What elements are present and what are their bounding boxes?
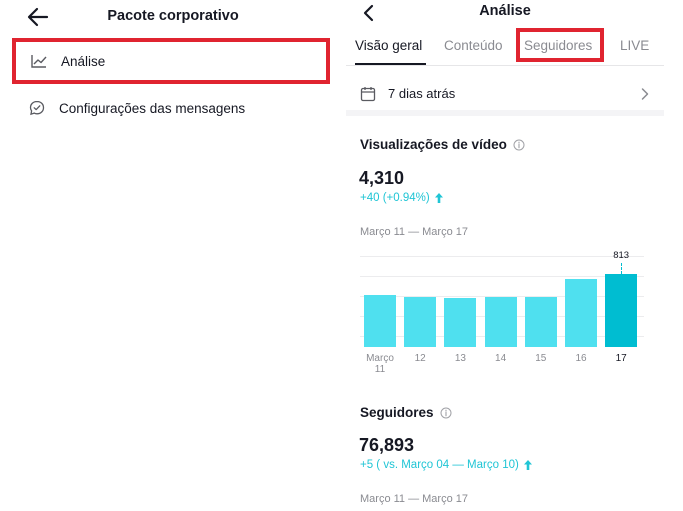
menu-item-message-settings[interactable]: Configurações das mensagens	[12, 85, 330, 131]
left-header: Pacote corporativo	[0, 0, 340, 34]
menu-item-label: Análise	[61, 53, 106, 69]
followers-delta-text: +5 ( vs. Março 04 — Março 10)	[360, 459, 519, 471]
date-filter-label: 7 dias atrás	[388, 86, 456, 101]
chart-x-tick-label: 12	[414, 353, 426, 364]
chart-gridline	[360, 256, 644, 257]
chart-bar[interactable]	[565, 279, 597, 347]
followers-title: Seguidores	[360, 405, 452, 420]
tab-visao-geral[interactable]: Visão geral	[355, 38, 422, 53]
right-panel: Análise Visão geral Conteúdo Seguidores …	[346, 0, 683, 511]
arrow-up-icon	[434, 193, 443, 203]
chart-x-tick-label: 13	[454, 353, 466, 364]
date-filter[interactable]: 7 dias atrás	[346, 70, 664, 116]
video-views-chart: Março 11 12 13 14 15 16 17 813	[356, 240, 644, 380]
chart-x-tick-label: 16	[575, 353, 587, 364]
menu-item-label: Configurações das mensagens	[59, 100, 246, 116]
info-icon[interactable]	[440, 407, 452, 419]
chart-value-label: 813	[613, 250, 630, 261]
video-views-title-text: Visualizações de vídeo	[360, 137, 507, 152]
followers-value: 76,893	[359, 435, 415, 455]
chart-x-tick-label: Março 11	[366, 353, 394, 375]
chart-x-tick-label: 17	[615, 353, 627, 364]
video-views-value: 4,310	[359, 168, 405, 188]
followers-range: Março 11 — Março 17	[360, 493, 469, 505]
message-settings-icon	[28, 99, 46, 117]
chart-bar[interactable]	[524, 297, 557, 347]
video-views-title: Visualizações de vídeo	[360, 137, 525, 152]
calendar-icon	[360, 87, 376, 102]
right-header: Análise	[346, 0, 683, 28]
followers-delta: +5 ( vs. Março 04 — Março 10)	[360, 459, 532, 471]
chart-bar[interactable]	[444, 298, 477, 347]
chevron-right-icon	[641, 88, 649, 100]
chart-gridline	[360, 276, 644, 277]
video-views-delta-text: +40 (+0.94%)	[360, 192, 430, 204]
followers-title-text: Seguidores	[360, 405, 434, 420]
chart-highlight-guide	[621, 263, 623, 274]
analytics-title: Análise	[479, 3, 531, 19]
menu-item-analise[interactable]: Análise	[12, 38, 330, 84]
seguidores-highlight-box	[516, 28, 604, 62]
video-views-range: Março 11 — Março 17	[360, 226, 469, 238]
page-title: Pacote corporativo	[107, 8, 239, 24]
tab-conteudo[interactable]: Conteúdo	[444, 38, 503, 53]
video-views-delta: +40 (+0.94%)	[360, 192, 443, 204]
chart-bar[interactable]	[404, 297, 437, 347]
arrow-up-icon	[523, 460, 532, 470]
chart-x-tick-label: 14	[495, 353, 507, 364]
left-panel: Pacote corporativo Análise Configurações…	[0, 0, 340, 511]
chart-bar[interactable]	[605, 274, 638, 347]
tab-live[interactable]: LIVE	[620, 38, 649, 53]
line-chart-icon	[30, 52, 48, 70]
chart-bar[interactable]	[364, 295, 396, 347]
tab-bar: Visão geral Conteúdo Seguidores LIVE	[346, 30, 664, 66]
active-tab-indicator	[355, 63, 426, 65]
info-icon[interactable]	[513, 139, 525, 151]
chart-x-tick-label: 15	[535, 353, 547, 364]
chart-bar[interactable]	[484, 297, 517, 347]
